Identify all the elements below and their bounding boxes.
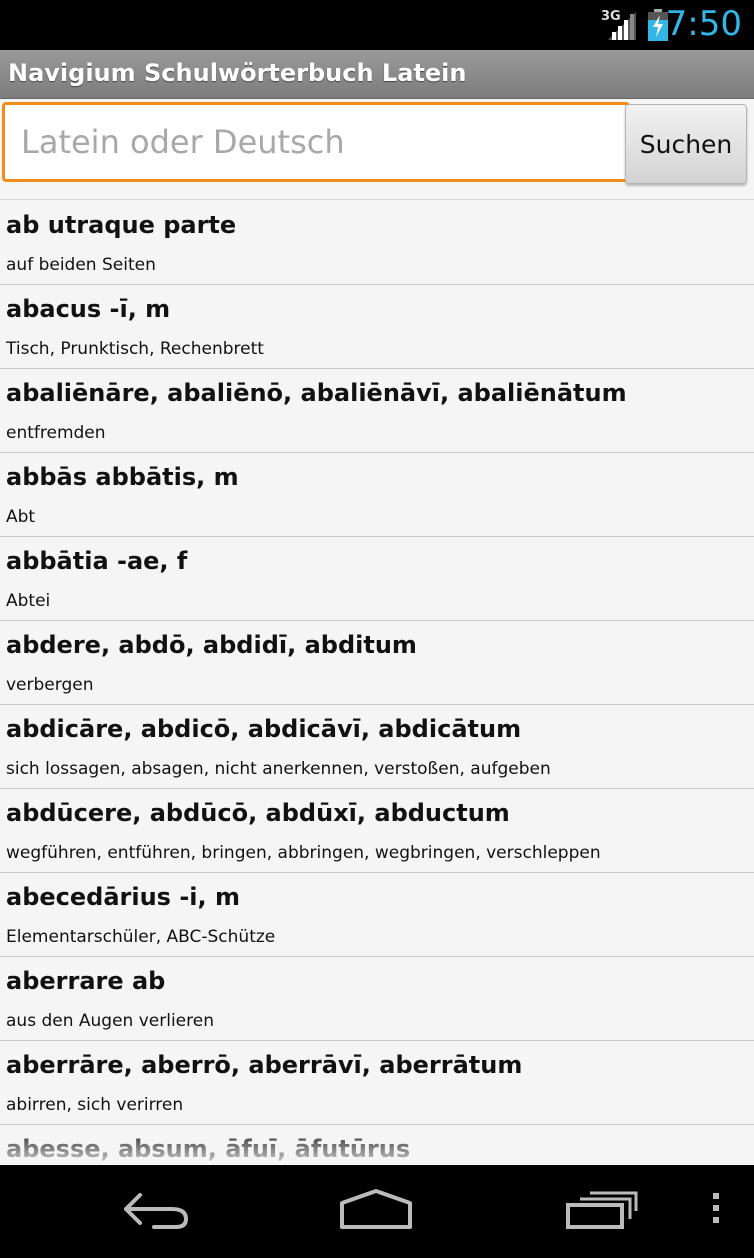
- entry-term: ab utraque parte: [6, 211, 237, 239]
- list-item[interactable]: abesse, absum, āfuī, āfutūrus: [0, 1125, 754, 1165]
- entry-term: aberrāre, aberrō, aberrāvī, aberrātum: [6, 1051, 523, 1079]
- entry-term: abbās abbātis, m: [6, 463, 239, 491]
- list-item[interactable]: abbās abbātis, m Abt: [0, 453, 754, 537]
- list-item[interactable]: ab utraque parte auf beiden Seiten: [0, 201, 754, 285]
- entry-term: abesse, absum, āfuī, āfutūrus: [6, 1135, 411, 1163]
- entry-translation: aus den Augen verlieren: [6, 1011, 214, 1031]
- signal-icon: [606, 10, 638, 44]
- search-bar: Suchen: [0, 99, 754, 200]
- recent-apps-icon[interactable]: [562, 1187, 638, 1235]
- entry-term: abaliēnāre, abaliēnō, abaliēnāvī, abaliē…: [6, 379, 627, 407]
- entry-term: aberrare ab: [6, 967, 166, 995]
- menu-icon[interactable]: [708, 1187, 724, 1235]
- list-item[interactable]: abdere, abdō, abdidī, abditum verbergen: [0, 621, 754, 705]
- entry-translation: Elementarschüler, ABC-Schütze: [6, 927, 276, 947]
- entry-translation: entfremden: [6, 423, 106, 443]
- search-button[interactable]: Suchen: [625, 104, 747, 184]
- entry-term: abdūcere, abdūcō, abdūxī, abductum: [6, 799, 510, 827]
- back-icon[interactable]: [120, 1187, 192, 1235]
- entry-term: abdicāre, abdicō, abdicāvī, abdicātum: [6, 715, 522, 743]
- search-input[interactable]: [2, 102, 630, 182]
- entry-term: abecedārius -i, m: [6, 883, 240, 911]
- clock: 7:50: [665, 4, 742, 44]
- entry-translation: Tisch, Prunktisch, Rechenbrett: [6, 339, 264, 359]
- home-icon[interactable]: [338, 1187, 414, 1235]
- status-bar: 3G 7:50: [0, 0, 754, 50]
- entry-translation: wegführen, entführen, bringen, abbringen…: [6, 843, 601, 863]
- list-item[interactable]: abdicāre, abdicō, abdicāvī, abdicātum sic…: [0, 705, 754, 789]
- list-item[interactable]: abacus -ī, m Tisch, Prunktisch, Rechenbre…: [0, 285, 754, 369]
- entry-translation: verbergen: [6, 675, 94, 695]
- title-bar: Navigium Schulwörterbuch Latein: [0, 50, 754, 99]
- entry-translation: auf beiden Seiten: [6, 255, 156, 275]
- list-item[interactable]: abaliēnāre, abaliēnō, abaliēnāvī, abaliē…: [0, 369, 754, 453]
- navigation-bar: [0, 1165, 754, 1258]
- list-item[interactable]: abdūcere, abdūcō, abdūxī, abductum wegfüh…: [0, 789, 754, 873]
- entry-term: abacus -ī, m: [6, 295, 171, 323]
- list-item[interactable]: abecedārius -i, m Elementarschüler, ABC-S…: [0, 873, 754, 957]
- app-title: Navigium Schulwörterbuch Latein: [8, 59, 467, 87]
- list-item[interactable]: aberrāre, aberrō, aberrāvī, aberrātum abi…: [0, 1041, 754, 1125]
- entry-translation: Abt: [6, 507, 36, 527]
- list-item[interactable]: abbātia -ae, f Abtei: [0, 537, 754, 621]
- entry-translation: Abtei: [6, 591, 51, 611]
- entry-term: abdere, abdō, abdidī, abditum: [6, 631, 417, 659]
- entry-term: abbātia -ae, f: [6, 547, 188, 575]
- entry-translation: abirren, sich verirren: [6, 1095, 184, 1115]
- dictionary-list[interactable]: ab utraque parte auf beiden Seiten abacus …: [0, 201, 754, 1165]
- list-item[interactable]: aberrare ab aus den Augen verlieren: [0, 957, 754, 1041]
- entry-translation: sich lossagen, absagen, nicht anerkennen…: [6, 759, 551, 779]
